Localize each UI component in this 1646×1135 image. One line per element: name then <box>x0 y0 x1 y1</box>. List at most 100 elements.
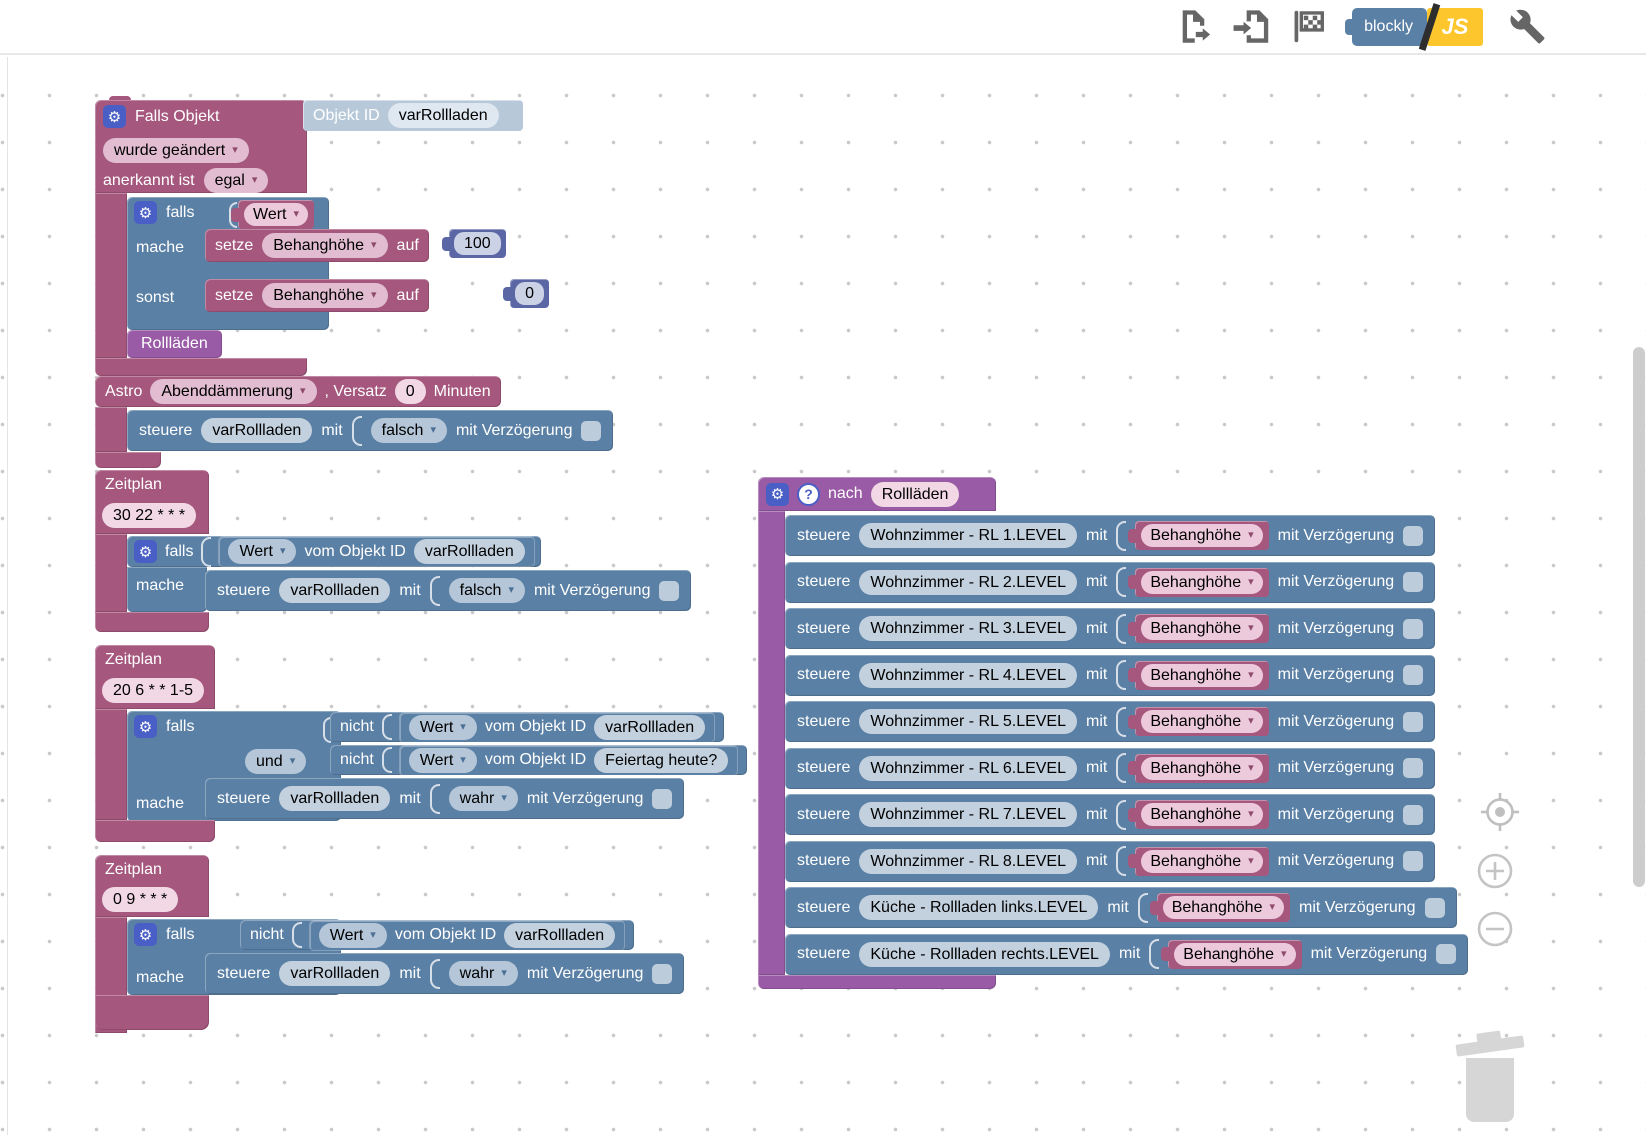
cron-field[interactable]: 20 6 * * 1-5 <box>102 678 205 703</box>
objekt-id-field[interactable]: varRollladen <box>387 103 499 128</box>
variable-value-block[interactable]: Behanghöhe ▾ <box>1128 753 1269 783</box>
variable-dropdown[interactable]: Behanghöhe ▾ <box>1141 570 1263 594</box>
block-steuere-row[interactable]: steuere Küche - Rollladen rechts.LEVEL m… <box>785 933 1469 975</box>
object-id-field[interactable]: varRollladen <box>594 714 706 740</box>
export-blocks-icon[interactable] <box>1175 8 1212 45</box>
block-setze-else[interactable]: setze Behanghöhe ▾ auf <box>205 279 429 312</box>
gear-icon[interactable]: ⚙ <box>766 482 789 506</box>
condition-value-block[interactable]: Wert ▾ <box>230 200 315 229</box>
object-id-field[interactable]: varRollladen <box>201 418 313 443</box>
object-id-field[interactable]: Küche - Rollladen rechts.LEVEL <box>859 941 1110 967</box>
block-steuere[interactable]: steuere varRollladen mit falsch ▾ mit Ver… <box>127 410 614 451</box>
object-id-field[interactable]: Wohnzimmer - RL 4.LEVEL <box>859 662 1077 688</box>
gear-icon[interactable]: ⚙ <box>134 540 157 563</box>
help-icon[interactable]: ? <box>797 482 820 506</box>
settings-wrench-icon[interactable] <box>1509 8 1546 45</box>
block-steuere-row[interactable]: steuere Wohnzimmer - RL 8.LEVEL mit Beha… <box>785 840 1436 882</box>
block-steuere[interactable]: steuere varRollladen mit wahr ▾ mit Verzö… <box>205 953 685 994</box>
wert-dropdown[interactable]: Wert ▾ <box>228 539 297 564</box>
variable-value-block[interactable]: Behanghöhe ▾ <box>1149 893 1291 922</box>
block-steuere-row[interactable]: steuere Wohnzimmer - RL 2.LEVEL mit Beha… <box>785 561 1436 603</box>
variable-value-block[interactable]: Behanghöhe ▾ <box>1128 567 1269 597</box>
wert-dropdown[interactable]: Wert ▾ <box>318 922 387 948</box>
versatz-field[interactable]: 0 <box>394 379 426 404</box>
variable-dropdown[interactable]: Behanghöhe ▾ <box>1141 524 1263 547</box>
zoom-out-button[interactable] <box>1470 904 1520 954</box>
block-wert-vom-objekt[interactable]: Wert ▾ vom Objekt ID Feiertag heute? <box>399 745 738 775</box>
block-setze-then[interactable]: setze Behanghöhe ▾ auf <box>205 229 429 262</box>
bool-dropdown[interactable]: wahr ▾ <box>448 961 518 986</box>
bool-dropdown[interactable]: falsch ▾ <box>448 578 525 603</box>
object-id-field[interactable]: Wohnzimmer - RL 1.LEVEL <box>859 523 1077 548</box>
variable-dropdown[interactable]: Behanghöhe ▾ <box>1141 849 1263 873</box>
function-header[interactable]: ⚙ ? nach Rollläden <box>758 477 996 511</box>
wert-dropdown[interactable]: Wert ▾ <box>244 203 309 226</box>
block-steuere-row[interactable]: steuere Wohnzimmer - RL 1.LEVEL mit Beha… <box>785 515 1436 556</box>
astro-event-dropdown[interactable]: Abenddämmerung ▾ <box>150 379 317 404</box>
variable-dropdown[interactable]: Behanghöhe ▾ <box>1141 710 1263 733</box>
workspace[interactable]: ⚙ Falls Objekt wurde geändert ▾ anerkannt… <box>0 57 1646 1135</box>
zoom-reset-button[interactable] <box>1477 789 1523 835</box>
object-id-field[interactable]: varRollladen <box>413 539 525 564</box>
number-field[interactable]: 100 <box>454 232 501 255</box>
delay-checkbox[interactable] <box>659 580 680 601</box>
block-function-call[interactable]: Rollläden <box>127 330 222 358</box>
import-blocks-icon[interactable] <box>1232 8 1269 45</box>
block-steuere-row[interactable]: steuere Wohnzimmer - RL 4.LEVEL mit Beha… <box>785 654 1436 696</box>
trigger-dropdown[interactable]: wurde geändert ▾ <box>103 138 249 163</box>
block-wert-vom-objekt[interactable]: Wert ▾ vom Objekt ID varRollladen <box>309 920 625 950</box>
block-steuere-row[interactable]: steuere Wohnzimmer - RL 6.LEVEL mit Beha… <box>785 747 1436 789</box>
gear-icon[interactable]: ⚙ <box>134 715 157 738</box>
delay-checkbox[interactable] <box>1403 804 1424 825</box>
block-steuere-row[interactable]: steuere Wohnzimmer - RL 7.LEVEL mit Beha… <box>785 794 1436 835</box>
object-id-field[interactable]: varRollladen <box>504 922 616 948</box>
delay-checkbox[interactable] <box>1403 711 1424 732</box>
block-nicht[interactable]: nicht Wert ▾ vom Objekt ID varRollladen <box>330 712 725 742</box>
block-nicht[interactable]: nicht Wert ▾ vom Objekt ID varRollladen <box>240 920 635 950</box>
gear-icon[interactable]: ⚙ <box>134 923 157 946</box>
variable-value-block[interactable]: Behanghöhe ▾ <box>1128 800 1269 829</box>
cron-field[interactable]: 0 9 * * * <box>102 887 179 912</box>
variable-dropdown[interactable]: Behanghöhe ▾ <box>262 283 388 308</box>
variable-dropdown[interactable]: Behanghöhe ▾ <box>1141 756 1263 780</box>
block-wert-vom-objekt[interactable]: Wert ▾ vom Objekt ID varRollladen <box>399 712 715 742</box>
block-steuere-row[interactable]: steuere Wohnzimmer - RL 3.LEVEL mit Beha… <box>785 608 1436 649</box>
gear-icon[interactable]: ⚙ <box>103 105 126 128</box>
function-name-field[interactable]: Rollläden <box>870 481 960 507</box>
object-id-field[interactable]: Wohnzimmer - RL 6.LEVEL <box>859 755 1077 781</box>
block-if[interactable]: ⚙ falls Wert ▾ vom Objekt ID varRollladen <box>127 536 541 567</box>
object-id-field[interactable]: Feiertag heute? <box>594 747 729 773</box>
variable-dropdown[interactable]: Behanghöhe ▾ <box>262 233 388 258</box>
number-field[interactable]: 0 <box>515 282 545 305</box>
bool-dropdown[interactable]: falsch ▾ <box>370 418 447 443</box>
variable-value-block[interactable]: Behanghöhe ▾ <box>1128 614 1269 643</box>
block-steuere-row[interactable]: steuere Wohnzimmer - RL 5.LEVEL mit Beha… <box>785 701 1436 742</box>
delay-checkbox[interactable] <box>1424 897 1445 918</box>
gear-icon[interactable]: ⚙ <box>134 201 157 224</box>
block-falls-objekt[interactable]: ⚙ Falls Objekt wurde geändert ▾ anerkannt… <box>95 96 550 381</box>
block-objekt-id[interactable]: Objekt ID varRollladen <box>303 100 523 131</box>
variable-value-block[interactable]: Behanghöhe ▾ <box>1161 939 1302 969</box>
logic-operator-dropdown[interactable]: und ▾ <box>245 749 307 774</box>
delay-checkbox[interactable] <box>1403 525 1424 546</box>
object-id-field[interactable]: Wohnzimmer - RL 7.LEVEL <box>859 802 1077 827</box>
block-wert-vom-objekt[interactable]: Wert ▾ vom Objekt ID varRollladen <box>219 537 534 566</box>
object-id-field[interactable]: Wohnzimmer - RL 5.LEVEL <box>859 709 1077 734</box>
variable-dropdown[interactable]: Behanghöhe ▾ <box>1174 942 1296 966</box>
delay-checkbox[interactable] <box>581 420 602 441</box>
delay-checkbox[interactable] <box>1403 618 1424 639</box>
delay-checkbox[interactable] <box>652 788 673 809</box>
block-steuere[interactable]: steuere varRollladen mit wahr ▾ mit Verzö… <box>205 778 685 819</box>
bool-dropdown[interactable]: wahr ▾ <box>448 786 518 811</box>
object-id-field[interactable]: Wohnzimmer - RL 2.LEVEL <box>859 569 1077 595</box>
delay-checkbox[interactable] <box>1403 572 1424 592</box>
variable-value-block[interactable]: Behanghöhe ▾ <box>1128 521 1269 550</box>
block-number-100[interactable]: 100 <box>442 229 506 258</box>
wert-dropdown[interactable]: Wert ▾ <box>408 747 477 773</box>
object-id-field[interactable]: Küche - Rollladen links.LEVEL <box>859 895 1099 920</box>
blockly-js-toggle[interactable]: blockly JS <box>1345 2 1483 51</box>
variable-value-block[interactable]: Behanghöhe ▾ <box>1128 846 1269 876</box>
variable-dropdown[interactable]: Behanghöhe ▾ <box>1141 803 1263 826</box>
object-id-field[interactable]: Wohnzimmer - RL 3.LEVEL <box>859 616 1077 641</box>
variable-dropdown[interactable]: Behanghöhe ▾ <box>1141 663 1263 687</box>
